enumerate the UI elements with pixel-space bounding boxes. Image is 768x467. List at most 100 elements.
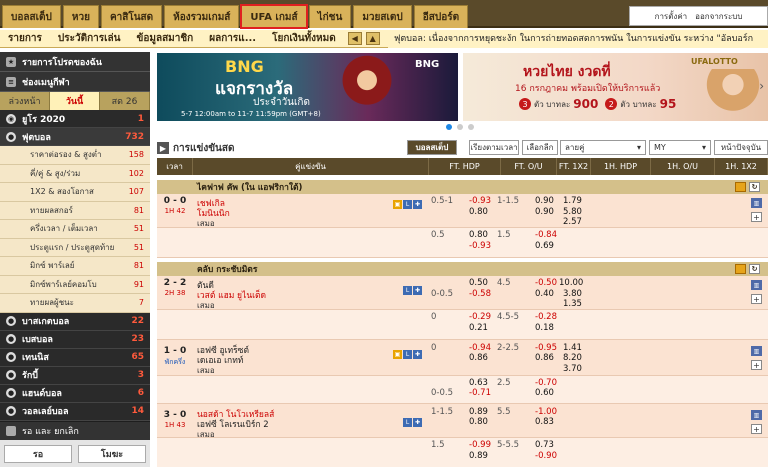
- chart-icon[interactable]: ▥: [751, 346, 762, 356]
- chart-icon[interactable]: ▥: [751, 280, 762, 290]
- refresh-icon[interactable]: ↻: [749, 182, 760, 192]
- subnav-results[interactable]: ผลการแ...: [201, 31, 264, 46]
- odds-1[interactable]: 1.79: [563, 196, 582, 206]
- expand-icon[interactable]: +: [751, 424, 762, 434]
- single-bet-button[interactable]: บอลสเต็ป: [407, 140, 457, 155]
- tab-cockfight[interactable]: ไก่ชน: [308, 5, 352, 28]
- favorites-header[interactable]: ★ รายการโปรดของฉัน: [0, 52, 150, 72]
- hdp-home-odds[interactable]: 0.80: [469, 230, 488, 240]
- sidebar-item-baseball[interactable]: ● เบสบอล 23: [0, 330, 150, 349]
- expand-icon[interactable]: +: [751, 212, 762, 222]
- sidebar-item-volleyball[interactable]: ● วอลเลย์บอล 14: [0, 402, 150, 421]
- tab-live-casino[interactable]: คาสิโนสด: [100, 5, 163, 28]
- banner-dot[interactable]: [446, 124, 452, 130]
- sports-menu-header[interactable]: ≡ ช่องเมนูกีฬา: [0, 72, 150, 92]
- odds-x[interactable]: 2.57: [563, 217, 582, 227]
- live-info-icon[interactable]: L: [403, 418, 412, 427]
- over-odds[interactable]: 0.90: [535, 196, 554, 206]
- promo-banner-lotto[interactable]: หวยไทย งวดที่ 16 กรกฎาคม พร้อมเปิดให้บริ…: [463, 53, 768, 121]
- tab-live[interactable]: สด 26: [100, 92, 150, 110]
- choose-league-button[interactable]: เลือกลีก: [522, 140, 558, 155]
- odds-x[interactable]: 3.70: [563, 364, 582, 374]
- under-odds[interactable]: 0.90: [535, 207, 554, 217]
- banner-next-icon[interactable]: ›: [759, 79, 764, 93]
- tab-esports[interactable]: อีสปอร์ต: [413, 5, 469, 28]
- sidebar-sub-correct-score[interactable]: ทายผลสกอร์ 81: [0, 201, 150, 220]
- hdp-home-odds[interactable]: -0.94: [469, 343, 491, 353]
- banner-dot[interactable]: [457, 124, 463, 130]
- odds-1[interactable]: 10.00: [559, 278, 583, 288]
- live-info-icon[interactable]: L: [403, 200, 412, 209]
- tab-ufa-games[interactable]: UFA เกมส์: [240, 4, 308, 29]
- under-odds[interactable]: -0.90: [535, 451, 557, 461]
- hdp-away-odds[interactable]: 0.80: [469, 207, 488, 217]
- live-info-icon[interactable]: L: [403, 350, 412, 359]
- sidebar-item-rugby[interactable]: ● รักบี้ 3: [0, 366, 150, 385]
- hdp-away-odds[interactable]: -0.93: [469, 241, 491, 251]
- current-page-button[interactable]: หน้าปัจจุบัน: [714, 140, 768, 155]
- live-info-icon[interactable]: L: [403, 286, 412, 295]
- void-button[interactable]: โมฆะ: [78, 445, 146, 463]
- ticker-next-icon[interactable]: ▲: [365, 32, 380, 45]
- sidebar-sub-1x2[interactable]: 1X2 & สองโอกาส 107: [0, 183, 150, 202]
- chart-icon[interactable]: ▥: [751, 198, 762, 208]
- over-odds[interactable]: -0.95: [535, 343, 557, 353]
- over-odds[interactable]: -0.84: [535, 230, 557, 240]
- promo-banner-bng[interactable]: BNG แจกรางวัล ประจำวันเกิด 5-7 12:00am t…: [157, 53, 458, 121]
- subnav-list[interactable]: รายการ: [0, 31, 50, 46]
- sidebar-sub-hdp[interactable]: ราคาต่อรอง & สูงต่ำ 158: [0, 146, 150, 165]
- sidebar-item-football[interactable]: ● ฟุตบอล 732: [0, 128, 150, 146]
- sidebar-sub-parlay[interactable]: มิกซ์ พาร์เลย์ 81: [0, 257, 150, 276]
- currency-select[interactable]: MY ▾: [649, 140, 711, 155]
- logout-link[interactable]: ออกจากระบบ: [695, 10, 742, 23]
- tab-step[interactable]: บอลสเต็ป: [2, 5, 61, 28]
- sidebar-item-euro[interactable]: ◉ ยูโร 2020 1: [0, 110, 150, 128]
- subnav-transfer-all[interactable]: โยกเงินทั้งหมด: [264, 31, 344, 46]
- under-odds[interactable]: 0.40: [535, 289, 554, 299]
- tv-icon[interactable]: ▣: [393, 350, 402, 359]
- sort-time-button[interactable]: เรียงตามเวลา: [469, 140, 519, 155]
- sidebar-sub-parlay-combo[interactable]: มิกซ์พาร์เลย์คอมโบ 91: [0, 275, 150, 294]
- expand-icon[interactable]: +: [751, 294, 762, 304]
- under-odds[interactable]: 0.69: [535, 241, 554, 251]
- ticker-prev-icon[interactable]: ◀: [347, 32, 362, 45]
- hdp-home-odds[interactable]: -0.93: [469, 196, 491, 206]
- hdp-away-odds[interactable]: -0.71: [469, 388, 491, 398]
- tab-games-room[interactable]: ห้องรวมเกมส์: [164, 5, 240, 28]
- stats-icon[interactable]: ✚: [413, 286, 422, 295]
- stats-icon[interactable]: ✚: [413, 200, 422, 209]
- chart-icon[interactable]: ▥: [751, 410, 762, 420]
- favorite-star-icon[interactable]: [735, 264, 746, 274]
- under-odds[interactable]: 0.83: [535, 417, 554, 427]
- hdp-home-odds[interactable]: 0.63: [469, 378, 488, 388]
- league-header[interactable]: ไคฟาฟ คัพ (ใน แอฟริกาใต้) ↻: [157, 180, 768, 194]
- over-odds[interactable]: -0.70: [535, 378, 557, 388]
- sidebar-item-tennis[interactable]: ● เทนนิส 65: [0, 348, 150, 367]
- odds-x[interactable]: 1.35: [563, 299, 582, 309]
- favorite-star-icon[interactable]: [735, 182, 746, 192]
- tab-early[interactable]: ล่วงหน้า: [0, 92, 50, 110]
- hdp-home-odds[interactable]: 0.50: [469, 278, 488, 288]
- tab-today[interactable]: วันนี้: [50, 92, 100, 110]
- odds-2[interactable]: 8.20: [563, 353, 582, 363]
- tab-boxing[interactable]: มวยสเตป: [353, 5, 412, 28]
- over-odds[interactable]: -0.28: [535, 312, 557, 322]
- odds-2[interactable]: 5.80: [563, 207, 582, 217]
- hdp-away-odds[interactable]: 0.86: [469, 353, 488, 363]
- hdp-home-odds[interactable]: -0.29: [469, 312, 491, 322]
- hdp-home-odds[interactable]: 0.89: [469, 407, 488, 417]
- league-header[interactable]: คลับ กระชับมิตร ↻: [157, 262, 768, 276]
- sidebar-sub-fglg[interactable]: ประตูแรก / ประตูสุดท้าย 51: [0, 238, 150, 257]
- wait-button[interactable]: รอ: [4, 445, 72, 463]
- stats-icon[interactable]: ✚: [413, 418, 422, 427]
- hdp-away-odds[interactable]: 0.80: [469, 417, 488, 427]
- hdp-away-odds[interactable]: 0.21: [469, 323, 488, 333]
- odds-type-select[interactable]: ลายคู่ ▾: [560, 140, 646, 155]
- under-odds[interactable]: 0.18: [535, 323, 554, 333]
- sidebar-sub-outright[interactable]: ทายผลผู้ชนะ 7: [0, 294, 150, 313]
- tab-lotto[interactable]: หวย: [62, 5, 99, 28]
- refresh-icon[interactable]: ↻: [749, 264, 760, 274]
- odds-1[interactable]: 1.41: [563, 343, 582, 353]
- banner-dot[interactable]: [468, 124, 474, 130]
- hdp-away-odds[interactable]: 0.89: [469, 451, 488, 461]
